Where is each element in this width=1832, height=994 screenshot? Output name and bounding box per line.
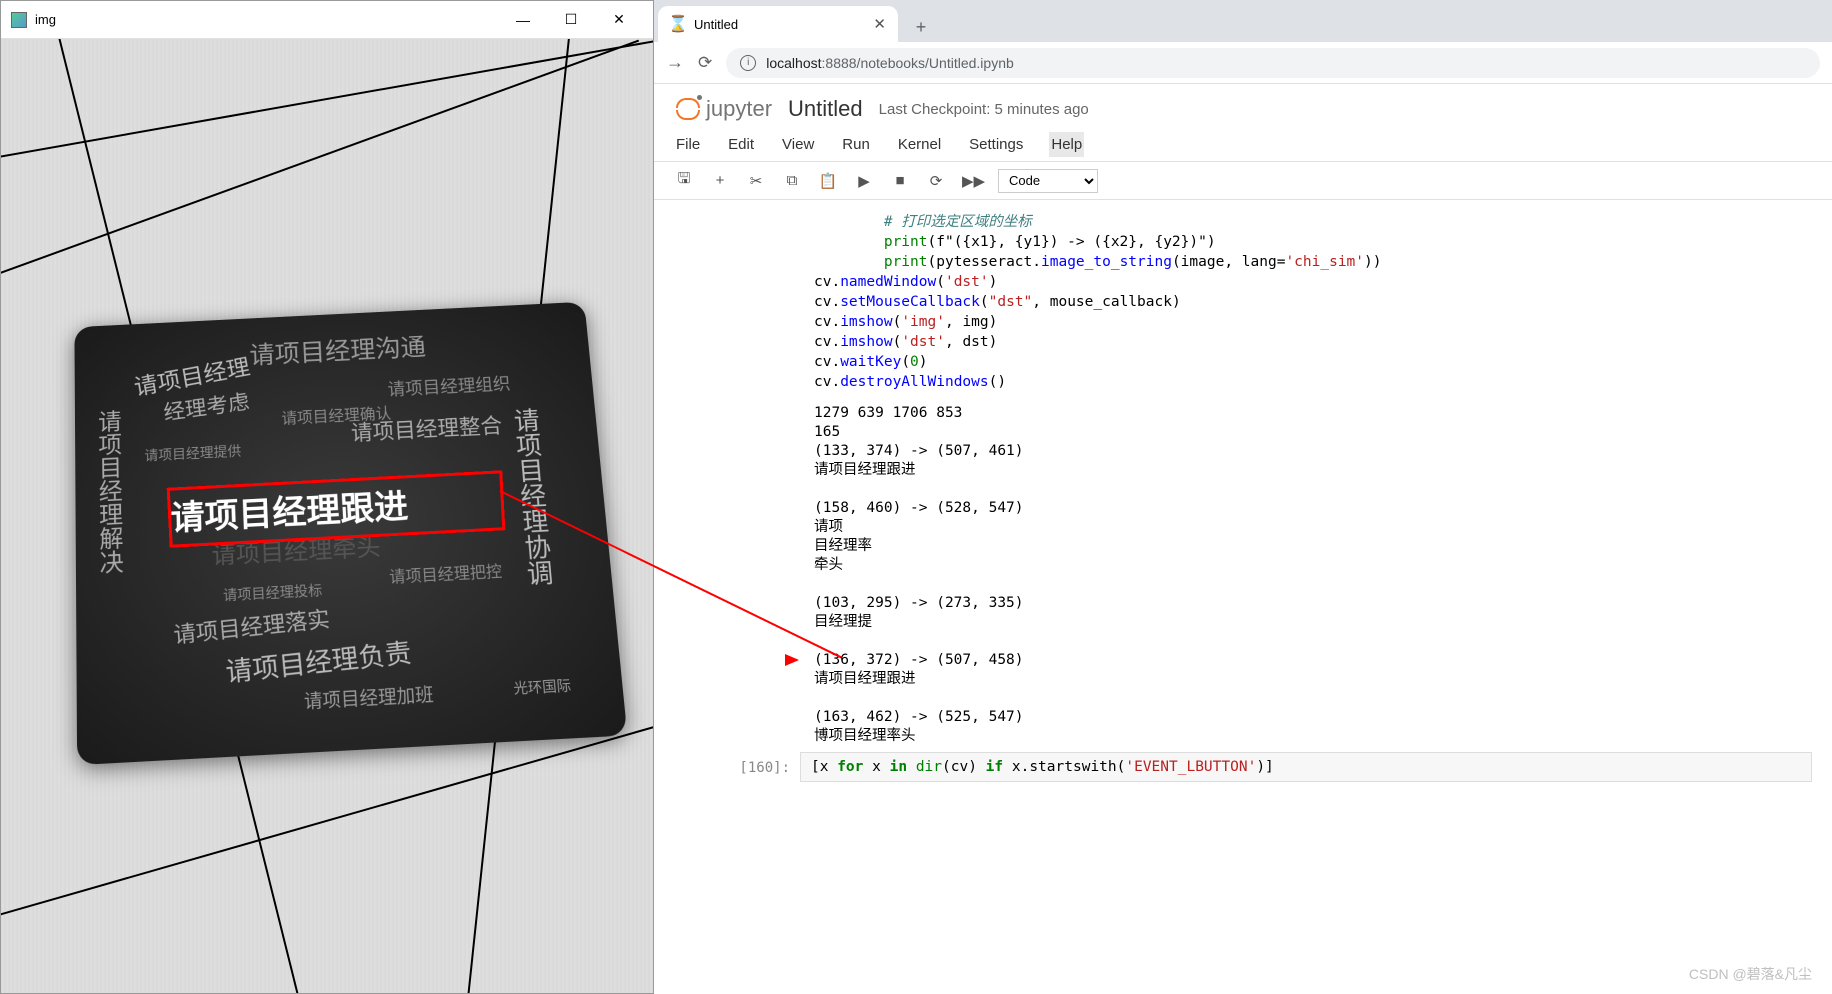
annotation-arrow-head — [785, 654, 799, 666]
jupyter-logo-text: jupyter — [706, 96, 772, 122]
menu-edit[interactable]: Edit — [726, 132, 756, 157]
paste-button[interactable]: 📋 — [818, 172, 838, 190]
menubar: File Edit View Run Kernel Settings Help — [654, 128, 1832, 162]
opencv-window: img — ☐ ✕ 请项目经理沟通 请项目经理 请项目经理组织 经理考虑 请项目… — [0, 0, 654, 994]
pad-text: 请项目经理把控 — [388, 558, 502, 588]
pad-text: 请项目经理投标 — [223, 580, 323, 605]
new-tab-button[interactable]: + — [906, 12, 936, 42]
code-input-row: [160]: [x for x in dir(cv) if x.startswi… — [674, 752, 1812, 782]
menu-settings[interactable]: Settings — [967, 132, 1025, 157]
pad-text: 请项目经理提供 — [144, 441, 241, 465]
cell-type-select[interactable]: Code — [998, 169, 1098, 193]
menu-run[interactable]: Run — [840, 132, 872, 157]
opencv-app-icon — [11, 12, 27, 28]
notebook-name[interactable]: Untitled — [788, 96, 863, 122]
pad-text: 请项目经理组织 — [387, 371, 511, 402]
menu-help[interactable]: Help — [1049, 132, 1084, 157]
jupyter-logo[interactable]: jupyter — [674, 96, 772, 122]
cut-button[interactable]: ✂ — [746, 172, 766, 190]
code-cell[interactable]: [160]: [x for x in dir(cv) if x.startswi… — [674, 752, 1812, 782]
pad-text: 请项目经理加班 — [303, 680, 434, 714]
maximize-button[interactable]: ☐ — [547, 4, 595, 36]
restart-button[interactable]: ⟳ — [926, 172, 946, 190]
opencv-titlebar[interactable]: img — ☐ ✕ — [1, 1, 653, 39]
tab-strip: ⌛ Untitled ✕ + — [654, 0, 1832, 42]
toolbar: 🖫 + ✂ ⧉ 📋 ▶ ■ ⟳ ▶▶ Code — [654, 162, 1832, 200]
opencv-window-title: img — [35, 12, 499, 27]
forward-button[interactable]: → — [666, 52, 684, 73]
copy-button[interactable]: ⧉ — [782, 172, 802, 189]
menu-view[interactable]: View — [780, 132, 816, 157]
code-input[interactable]: [x for x in dir(cv) if x.startswith('EVE… — [800, 752, 1812, 782]
close-button[interactable]: ✕ — [595, 4, 643, 36]
url-text: localhost:8888/notebooks/Untitled.ipynb — [766, 55, 1014, 71]
tab-close-button[interactable]: ✕ — [873, 15, 886, 33]
minimize-button[interactable]: — — [499, 4, 547, 36]
reload-button[interactable]: ⟳ — [698, 53, 712, 73]
pad-text-vertical: 请项目经理解决 — [90, 409, 127, 575]
browser-tab[interactable]: ⌛ Untitled ✕ — [658, 6, 898, 42]
code-content: # 打印选定区域的坐标 print(f"({x1}, {y1}) -> ({x2… — [674, 204, 1812, 400]
site-info-icon[interactable]: i — [740, 55, 756, 71]
url-field[interactable]: i localhost:8888/notebooks/Untitled.ipyn… — [726, 48, 1820, 78]
notebook-area[interactable]: # 打印选定区域的坐标 print(f"({x1}, {y1}) -> ({x2… — [654, 200, 1832, 989]
run-button[interactable]: ▶ — [854, 172, 874, 190]
menu-file[interactable]: File — [674, 132, 702, 157]
window-controls: — ☐ ✕ — [499, 4, 643, 36]
tab-title: Untitled — [694, 17, 865, 32]
cell-prompt: [160]: — [674, 752, 800, 782]
watermark: CSDN @碧落&凡尘 — [1689, 964, 1812, 984]
checkpoint-text: Last Checkpoint: 5 minutes ago — [879, 101, 1089, 118]
save-button[interactable]: 🖫 — [674, 168, 694, 193]
run-all-button[interactable]: ▶▶ — [962, 172, 982, 190]
pad-text: 请项目经理整合 — [350, 409, 503, 447]
pad-text: 请项目经理沟通 — [249, 328, 427, 371]
address-bar: → ⟳ i localhost:8888/notebooks/Untitled.… — [654, 42, 1832, 84]
pad-logo: 光环国际 — [513, 675, 572, 699]
code-cell[interactable]: # 打印选定区域的坐标 print(f"({x1}, {y1}) -> ({x2… — [674, 204, 1812, 750]
jupyter-tab-icon: ⌛ — [670, 16, 686, 32]
jupyter-header: jupyter Untitled Last Checkpoint: 5 minu… — [654, 84, 1832, 128]
stop-button[interactable]: ■ — [890, 172, 910, 189]
menu-kernel[interactable]: Kernel — [896, 132, 943, 157]
jupyter-logo-icon — [674, 96, 700, 122]
browser-window: ⌛ Untitled ✕ + → ⟳ i localhost:8888/note… — [654, 0, 1832, 994]
output-text: 1279 639 1706 853 165 (133, 374) -> (507… — [674, 400, 1812, 750]
add-cell-button[interactable]: + — [710, 172, 730, 189]
